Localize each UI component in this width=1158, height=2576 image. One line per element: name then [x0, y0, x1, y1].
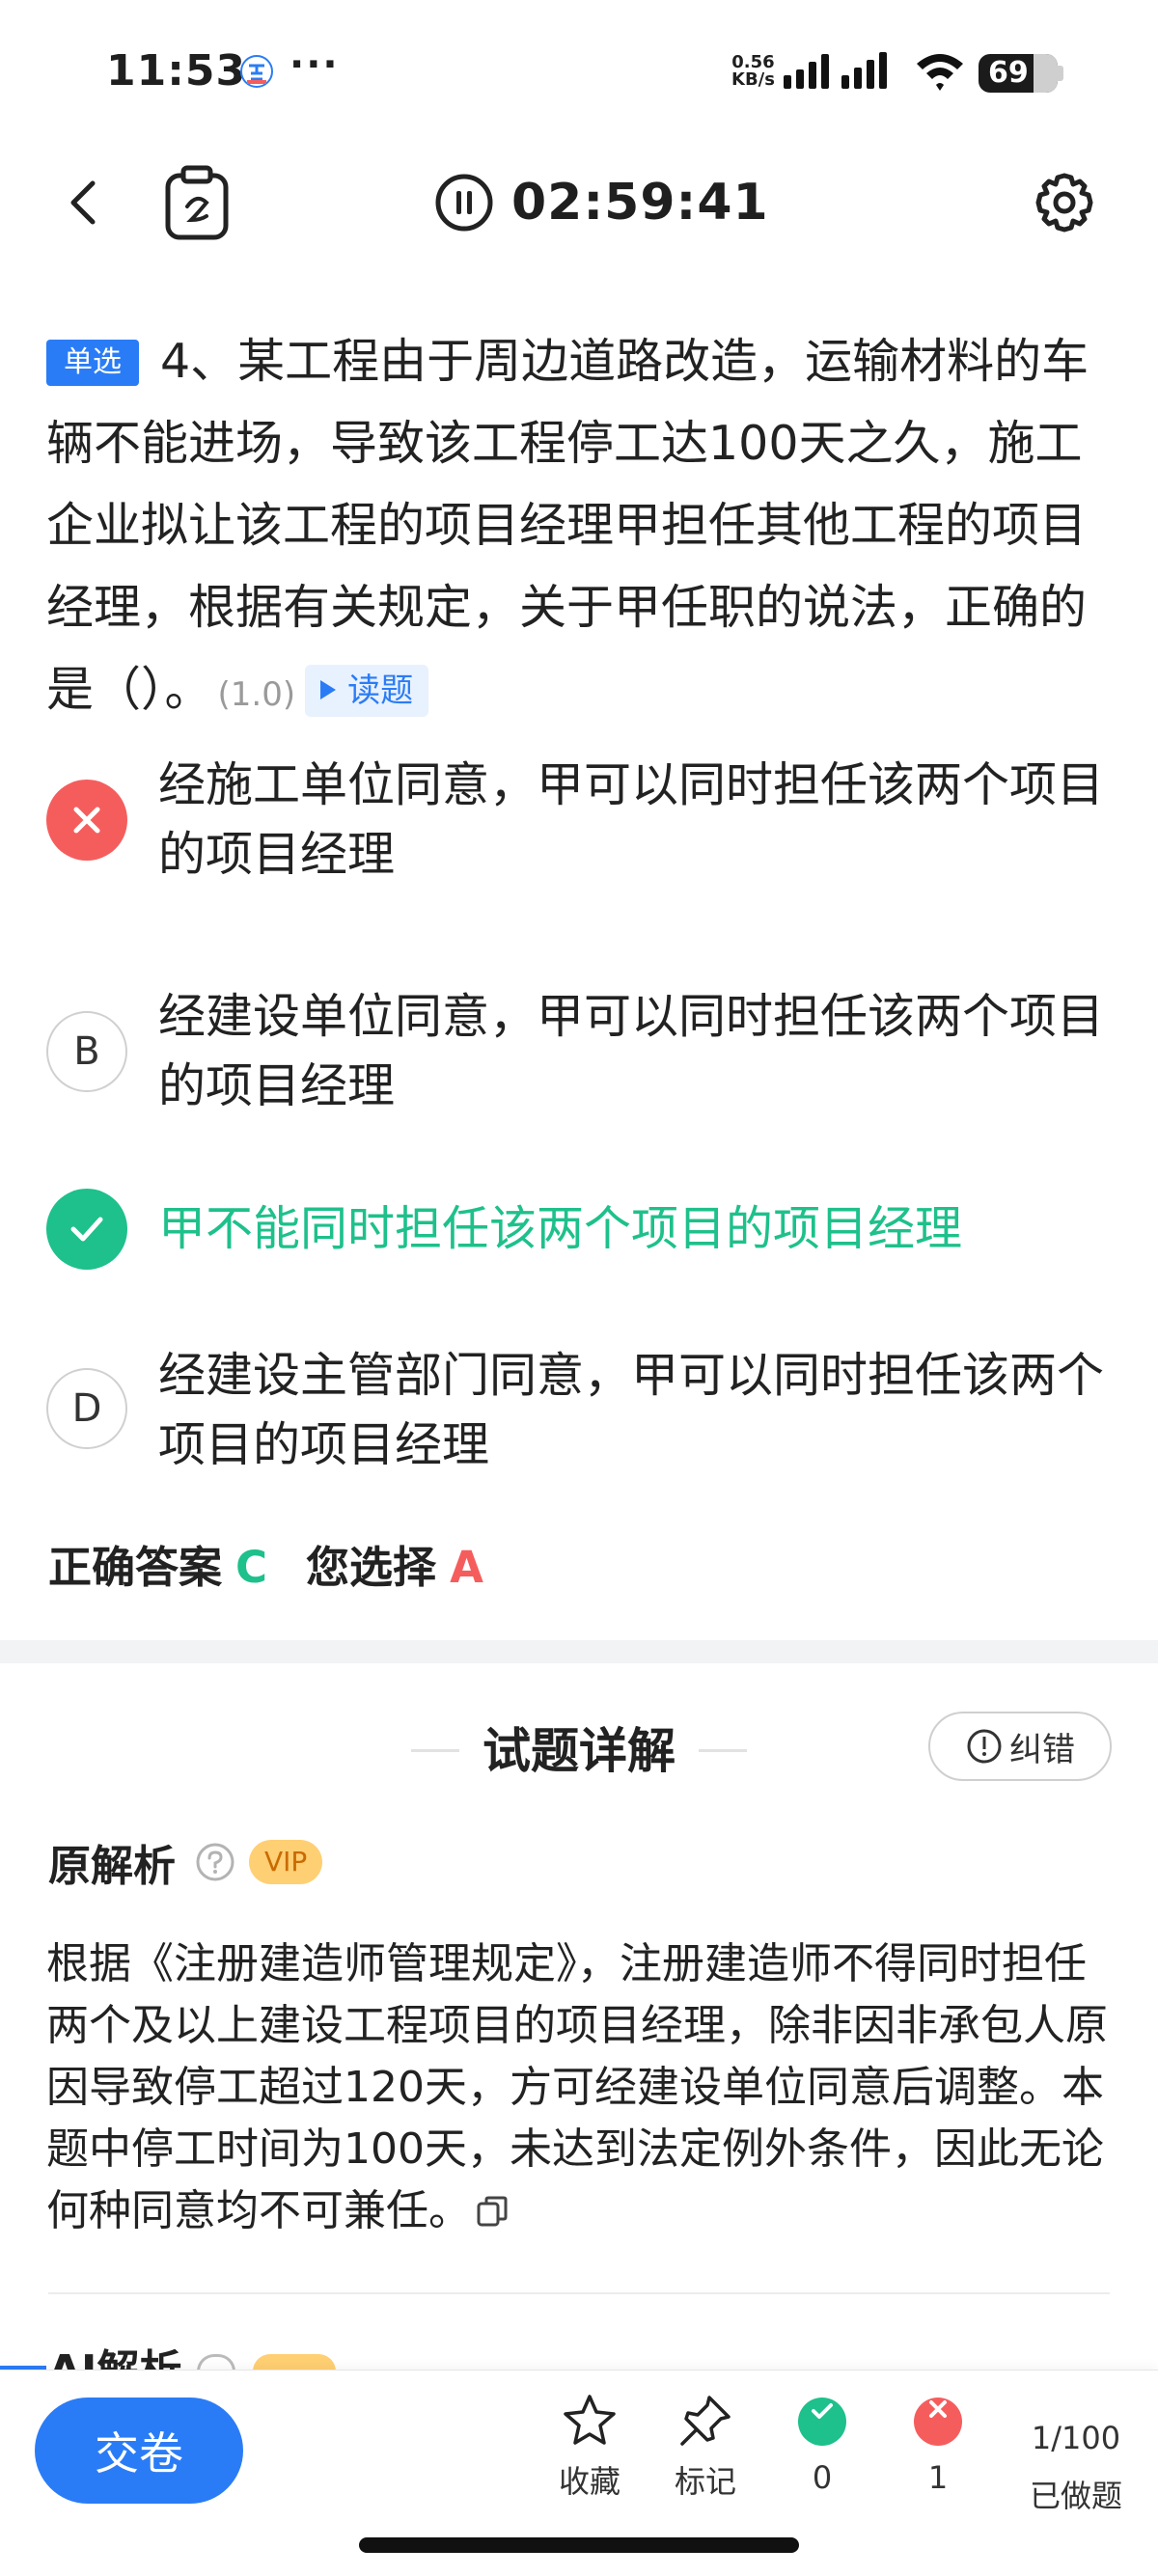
copy-icon[interactable]	[475, 2194, 510, 2229]
status-time: 11:53	[106, 46, 247, 96]
home-indicator[interactable]	[359, 2537, 799, 2553]
network-speed: 0.56 KB/s	[731, 54, 775, 89]
battery-tip	[1058, 66, 1063, 81]
section-divider	[0, 1640, 1158, 1663]
network-speed-unit: KB/s	[731, 69, 775, 90]
correct-answer-icon	[46, 1189, 127, 1270]
answer-sheet-icon[interactable]	[162, 164, 232, 241]
wrong-count: 1	[885, 2392, 991, 2496]
option-c[interactable]: 甲不能同时担任该两个项目的项目经理	[46, 1189, 1117, 1285]
progress-value: 1/100	[1031, 2420, 1121, 2456]
option-b-text: 经建设单位同意，甲可以同时担任该两个项目的项目经理	[158, 989, 1105, 1113]
explanation-title-text: 试题详解	[482, 1723, 676, 1779]
analysis-divider	[48, 2292, 1110, 2294]
question-type-tag: 单选	[46, 340, 139, 386]
checkmark-icon	[70, 1217, 103, 1242]
timer-value: 02:59:41	[511, 174, 769, 232]
correct-count: 0	[769, 2392, 875, 2496]
status-bar: 11:53 ··· 0.56 KB/s 69	[0, 0, 1158, 145]
play-icon	[320, 680, 337, 699]
option-d-letter: D	[46, 1368, 127, 1449]
cellular-signal-icon	[784, 52, 887, 89]
pause-icon[interactable]	[434, 173, 494, 233]
correct-count-icon	[798, 2398, 846, 2446]
correct-count-value: 0	[812, 2459, 833, 2496]
submit-exam-button[interactable]: 交卷	[35, 2398, 243, 2504]
option-a-text: 经施工单位同意，甲可以同时担任该两个项目的项目经理	[158, 757, 1105, 882]
read-aloud-button[interactable]: 读题	[305, 665, 429, 717]
top-navigation: 02:59:41	[0, 154, 1158, 251]
wrong-count-icon	[914, 2398, 962, 2446]
wifi-icon	[917, 54, 963, 91]
read-aloud-label: 读题	[347, 671, 414, 710]
settings-gear-icon[interactable]	[1031, 170, 1098, 237]
option-b[interactable]: B 经建设单位同意，甲可以同时担任该两个项目的项目经理	[46, 989, 1117, 1156]
star-icon	[564, 2395, 616, 2445]
progress-button[interactable]: 1/100 已做题	[1023, 2409, 1129, 2525]
x-icon	[929, 2400, 947, 2418]
check-icon	[812, 2403, 833, 2419]
pin-icon	[680, 2396, 731, 2446]
chosen-answer-value: A	[450, 1542, 483, 1593]
progress-label: 已做题	[1029, 2478, 1122, 2514]
favorite-label: 收藏	[558, 2463, 620, 2500]
option-a[interactable]: 经施工单位同意，甲可以同时担任该两个项目的项目经理	[46, 757, 1117, 924]
title-dash-right	[699, 1749, 747, 1752]
exclamation-circle-icon	[967, 1729, 1002, 1764]
chosen-answer-label: 您选择	[306, 1542, 437, 1593]
question-stem: 单选 4、某工程由于周边道路改造，运输材料的车辆不能进场，导致该工程停工达100天…	[46, 320, 1117, 736]
more-notifications-icon: ···	[290, 42, 340, 87]
battery-icon: 69	[979, 54, 1058, 93]
original-analysis-header: 原解析 VIP	[48, 1833, 323, 1891]
question-text: 4、某工程由于周边道路改造，运输材料的车辆不能进场，导致该工程停工达100天之久…	[46, 334, 1089, 717]
vip-badge: VIP	[249, 1840, 323, 1884]
battery-empty-portion	[1033, 54, 1058, 93]
analysis-body: 根据《注册建造师管理规定》，注册建造师不得同时担任两个及以上建设工程项目的项目经…	[46, 1939, 1108, 2235]
app-notification-icon	[240, 55, 273, 88]
original-analysis-label: 原解析	[48, 1842, 176, 1891]
help-question-icon[interactable]	[195, 1842, 235, 1882]
wrong-answer-icon	[46, 780, 127, 861]
ai-analysis-label: AI解析	[48, 2346, 182, 2371]
mark-label: 标记	[674, 2463, 736, 2500]
report-error-label: 纠错	[1009, 1730, 1075, 1769]
option-c-text: 甲不能同时担任该两个项目的项目经理	[158, 1201, 963, 1256]
correct-answer-value: C	[235, 1542, 268, 1593]
wrong-count-value: 1	[927, 2459, 949, 2496]
back-arrow-icon[interactable]	[54, 172, 116, 233]
report-error-button[interactable]: 纠错	[928, 1712, 1112, 1781]
x-icon	[73, 807, 100, 834]
title-dash-left	[411, 1749, 459, 1752]
favorite-button[interactable]: 收藏	[537, 2392, 643, 2502]
analysis-text: 根据《注册建造师管理规定》，注册建造师不得同时担任两个及以上建设工程项目的项目经…	[46, 1933, 1117, 2242]
option-d-text: 经建设主管部门同意，甲可以同时担任该两个项目的项目经理	[158, 1348, 1105, 1472]
battery-level: 69	[988, 56, 1029, 90]
option-d[interactable]: D 经建设主管部门同意，甲可以同时担任该两个项目的项目经理	[46, 1348, 1117, 1513]
answer-summary: 正确答案 C 您选择 A	[48, 1532, 483, 1595]
correct-answer-label: 正确答案	[48, 1542, 223, 1593]
mark-button[interactable]: 标记	[652, 2392, 758, 2502]
question-score: (1.0)	[217, 675, 296, 714]
exam-timer: 02:59:41	[434, 172, 769, 233]
option-b-letter: B	[46, 1011, 127, 1092]
